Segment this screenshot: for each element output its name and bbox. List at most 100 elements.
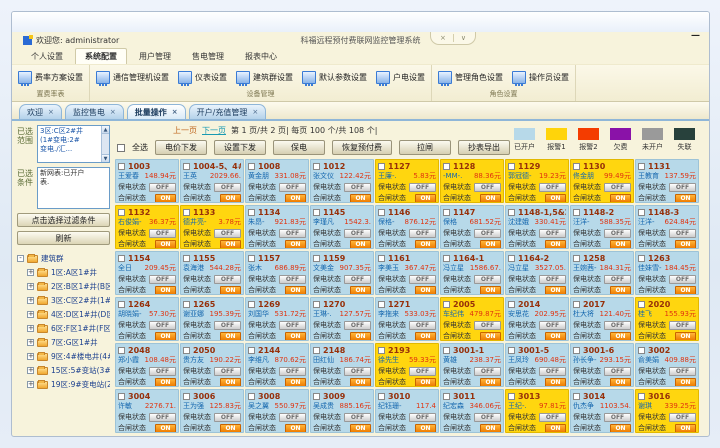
tenant-name-link[interactable]: 右俊娟-	[118, 217, 142, 227]
selected-condition-box[interactable]: 新网表:已开户表.	[37, 167, 110, 209]
card-checkbox[interactable]	[638, 301, 645, 308]
switch-on-toggle[interactable]: ON	[415, 378, 436, 387]
card-checkbox[interactable]	[638, 255, 645, 262]
protect-off-toggle[interactable]: OFF	[344, 321, 371, 330]
meter-card[interactable]: 2144李维凡870.62元保电状态OFF合闸状态ON	[245, 343, 309, 387]
switch-on-toggle[interactable]: ON	[220, 240, 241, 249]
tenant-name-link[interactable]: 王凤玲	[508, 355, 529, 365]
switch-on-toggle[interactable]: ON	[675, 194, 696, 203]
switch-on-toggle[interactable]: ON	[545, 286, 566, 295]
switch-on-toggle[interactable]: ON	[610, 378, 631, 387]
tenant-name-link[interactable]: 桂飞	[638, 309, 652, 319]
switch-on-toggle[interactable]: ON	[415, 332, 436, 341]
meter-card[interactable]: 1164-2冯立星3527.05.保电状态OFF合闸状态ON	[505, 251, 569, 295]
protect-off-toggle[interactable]: OFF	[539, 321, 566, 330]
protect-off-toggle[interactable]: OFF	[604, 275, 631, 284]
protect-off-toggle[interactable]: OFF	[214, 413, 241, 422]
protect-off-toggle[interactable]: OFF	[604, 229, 631, 238]
protect-off-toggle[interactable]: OFF	[669, 367, 696, 376]
protect-off-toggle[interactable]: OFF	[409, 275, 436, 284]
close-icon[interactable]: ×	[172, 108, 178, 116]
switch-on-toggle[interactable]: ON	[415, 240, 436, 249]
ribbon-button[interactable]: 费率方案设置	[18, 71, 83, 84]
chevron-down-icon[interactable]: ∨	[461, 34, 466, 42]
tree-node-4[interactable]: +6区:F区1#井(F区1#	[27, 323, 110, 334]
ribbon-button[interactable]: 仪表设置	[178, 71, 227, 84]
ribbon-button[interactable]: 户电设置	[376, 71, 425, 84]
meter-card[interactable]: 1271李拖来533.03元保电状态OFF合闸状态ON	[375, 297, 439, 341]
tenant-name-link[interactable]: 李美玉	[378, 263, 399, 273]
select-all-checkbox[interactable]	[117, 144, 125, 152]
card-checkbox[interactable]	[573, 255, 580, 262]
switch-on-toggle[interactable]: ON	[350, 332, 371, 341]
tenant-name-link[interactable]: 保格	[443, 217, 457, 227]
protect-off-toggle[interactable]: OFF	[214, 183, 241, 192]
protect-off-toggle[interactable]: OFF	[539, 367, 566, 376]
switch-on-toggle[interactable]: ON	[155, 240, 176, 249]
meter-card[interactable]: 3002俞美娟409.88元保电状态OFF合闸状态ON	[635, 343, 699, 387]
protect-off-toggle[interactable]: OFF	[669, 183, 696, 192]
tree-node-7[interactable]: +15区:5#变站(3#变	[27, 365, 110, 376]
expand-icon[interactable]: +	[27, 381, 34, 388]
switch-on-toggle[interactable]: ON	[675, 286, 696, 295]
minimize-button[interactable]: —	[691, 31, 700, 41]
switch-on-toggle[interactable]: ON	[285, 378, 306, 387]
card-checkbox[interactable]	[443, 393, 450, 400]
tenant-name-link[interactable]: 郭冠德-	[508, 171, 532, 181]
protect-off-toggle[interactable]: OFF	[539, 413, 566, 422]
card-checkbox[interactable]	[183, 255, 190, 262]
switch-on-toggle[interactable]: ON	[350, 240, 371, 249]
selected-range-listbox[interactable]: ▲ ▼ 3区:C区2#井(1#变电:2#变电./汇...	[37, 125, 110, 163]
doc-tab-1[interactable]: 监控售电×	[65, 104, 124, 119]
expand-icon[interactable]: +	[27, 339, 34, 346]
meter-card[interactable]: 1145李瑾凡1542.3.保电状态OFF合闸状态ON	[310, 205, 374, 249]
meter-card[interactable]: 3013王纪-.97.81元保电状态OFF合闸状态ON	[505, 389, 569, 433]
meter-card[interactable]: 1148-1,5&22沈建娥330.41元保电状态OFF合闸状态ON	[505, 205, 569, 249]
meter-card[interactable]: 1148-3汪洋-624.84元保电状态OFF合闸状态ON	[635, 205, 699, 249]
toolbar-button-0[interactable]: 电价下发	[155, 140, 207, 155]
expand-icon[interactable]: +	[27, 353, 34, 360]
meter-card[interactable]: 2005车纪伟479.87元保电状态OFF合闸状态ON	[440, 297, 504, 341]
doc-tab-2[interactable]: 批量操作×	[127, 104, 186, 119]
switch-on-toggle[interactable]: ON	[480, 286, 501, 295]
switch-on-toggle[interactable]: ON	[285, 240, 306, 249]
protect-off-toggle[interactable]: OFF	[604, 183, 631, 192]
card-checkbox[interactable]	[378, 301, 385, 308]
menu-tab-2[interactable]: 用户管理	[130, 49, 180, 64]
meter-card[interactable]: 1157张木686.89元保电状态OFF合闸状态ON	[245, 251, 309, 295]
protect-off-toggle[interactable]: OFF	[409, 367, 436, 376]
switch-on-toggle[interactable]: ON	[350, 378, 371, 387]
tenant-name-link[interactable]: 冯立星	[443, 263, 464, 273]
prev-page-link[interactable]: 上一页	[173, 125, 197, 136]
card-checkbox[interactable]	[183, 393, 190, 400]
protect-off-toggle[interactable]: OFF	[474, 275, 501, 284]
card-checkbox[interactable]	[118, 393, 125, 400]
tenant-name-link[interactable]: 王廉-.	[378, 171, 397, 181]
switch-on-toggle[interactable]: ON	[610, 424, 631, 433]
tenant-name-link[interactable]: 冯立星	[508, 263, 529, 273]
card-checkbox[interactable]	[638, 163, 645, 170]
tenant-name-link[interactable]: 张木	[248, 263, 262, 273]
card-checkbox[interactable]	[573, 209, 580, 216]
close-icon[interactable]: ×	[440, 34, 446, 42]
protect-off-toggle[interactable]: OFF	[279, 413, 306, 422]
meter-card[interactable]: 3016谢琪339.25元保电状态OFF合闸状态ON	[635, 389, 699, 433]
tenant-name-link[interactable]: 纪钰珊-	[378, 401, 402, 411]
meter-card[interactable]: 1270王琳-.127.57元保电状态OFF合闸状态ON	[310, 297, 374, 341]
card-checkbox[interactable]	[248, 393, 255, 400]
tenant-name-link[interactable]: 文美金	[313, 263, 334, 273]
card-checkbox[interactable]	[183, 163, 190, 170]
ribbon-button[interactable]: 操作员设置	[512, 71, 569, 84]
protect-off-toggle[interactable]: OFF	[279, 321, 306, 330]
switch-on-toggle[interactable]: ON	[675, 424, 696, 433]
card-checkbox[interactable]	[313, 255, 320, 262]
doc-tab-3[interactable]: 开户/充值管理×	[189, 104, 267, 119]
card-checkbox[interactable]	[248, 301, 255, 308]
meter-card[interactable]: 1147保格681.52元保电状态OFF合闸状态ON	[440, 205, 504, 249]
protect-off-toggle[interactable]: OFF	[214, 321, 241, 330]
tenant-name-link[interactable]: 张文仪	[313, 171, 334, 181]
switch-on-toggle[interactable]: ON	[220, 332, 241, 341]
ribbon-button[interactable]: 管理角色设置	[438, 71, 503, 84]
protect-off-toggle[interactable]: OFF	[604, 367, 631, 376]
tenant-name-link[interactable]: 谢琪	[638, 401, 652, 411]
